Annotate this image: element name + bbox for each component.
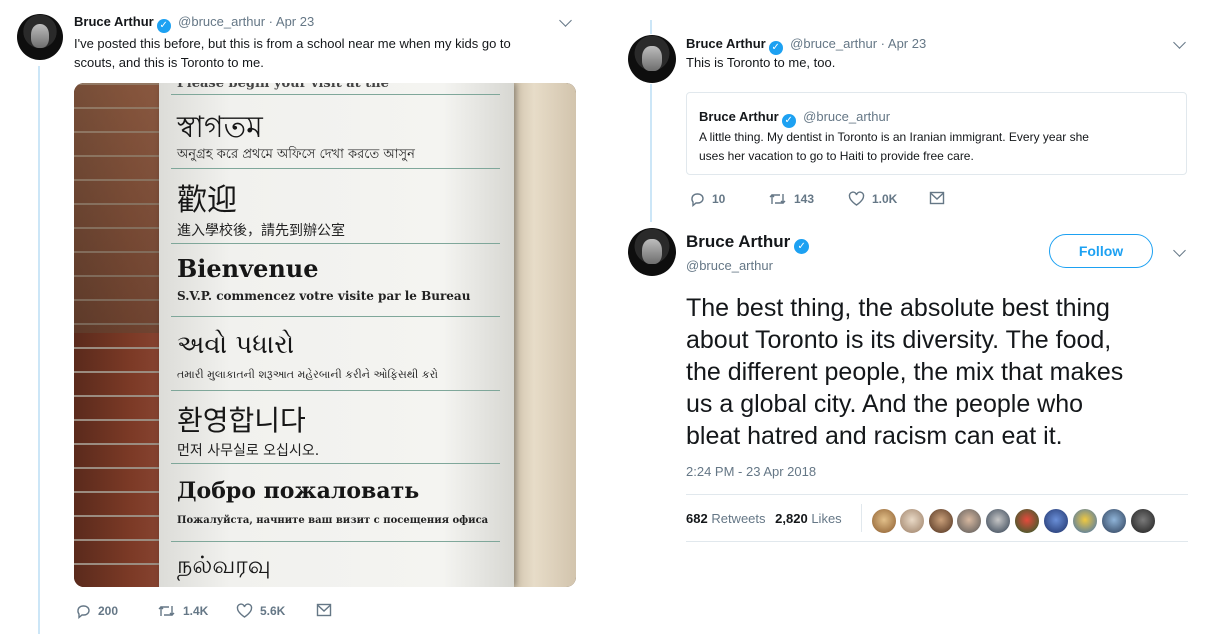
like-button[interactable]: 1.0K [848,191,897,207]
chevron-down-icon[interactable] [1173,244,1186,257]
retweet-count: 1.4K [183,604,209,618]
sign-text: તમારી મુલાકાતની શરૂઆત મહેરબાની કરીને ઓફિ… [177,368,439,381]
tweet-text: The best thing, the absolute best thing … [686,292,1123,452]
retweet-button[interactable]: 143 [768,191,814,207]
divider [686,494,1188,495]
reply-count: 200 [98,604,119,618]
retweets-label: Retweets [711,511,766,526]
verified-badge-icon: ✓ [768,41,783,55]
stats-divider [861,504,862,532]
author-name[interactable]: Bruce Arthur [686,232,790,251]
reply-button[interactable]: 200 [75,603,118,619]
tweet-text-line: bleat hatred and racism can eat it. [686,422,1063,450]
likes-label: Likes [811,511,842,526]
like-count: 5.6K [260,604,286,618]
thread-line [650,84,652,222]
retweet-count: 143 [794,192,815,206]
likes-stat[interactable]: 2,820 Likes [775,511,842,526]
tweet-text-line: The best thing, the absolute best thing [686,294,1110,322]
chevron-down-icon[interactable] [1173,36,1186,49]
sign-text: 進入學校後，請先到辦公室 [177,223,345,239]
retweets-count: 682 [686,511,708,526]
likes-count: 2,820 [775,511,808,526]
avatar[interactable] [628,228,676,276]
quoted-text-line: A little thing. My dentist in Toronto is… [699,130,1089,144]
liker-avatar[interactable] [984,507,1012,535]
sign-text: நல்வரவு [177,551,271,579]
retweet-icon [769,194,786,204]
verified-badge-icon: ✓ [781,114,796,128]
quoted-author-name: Bruce Arthur [699,109,779,124]
sign-text: અવો પધારો [177,330,295,360]
sign-text: 먼저 사무실로 오십시오. [177,443,320,459]
author-name[interactable]: Bruce Arthur [686,36,766,51]
liker-avatar[interactable] [898,507,926,535]
avatar[interactable] [628,35,676,83]
verified-badge-icon: ✓ [156,19,171,33]
sign-text: Пожалуйста, начните ваш визит с посещени… [177,515,489,526]
tweet-text-line: us a global city. And the people who [686,390,1084,418]
quoted-handle: @bruce_arthur [803,109,891,124]
liker-avatar[interactable] [1013,507,1041,535]
stats-row: 682 Retweets 2,820 Likes [686,511,842,526]
chevron-down-icon[interactable] [559,14,572,27]
liker-avatar[interactable] [1129,507,1157,535]
envelope-icon [929,191,945,205]
welcome-sign: Please begin your visit at the স্বাগতম অ… [159,83,514,587]
handle-date[interactable]: @bruce_arthur · Apr 23 [790,36,926,51]
follow-button[interactable]: Follow [1049,234,1153,268]
like-button[interactable]: 5.6K [236,603,285,619]
direct-message-button[interactable] [929,191,945,205]
thread-line [38,66,40,634]
quoted-text-line: uses her vacation to go to Haiti to prov… [699,149,974,163]
timestamp[interactable]: 2:24 PM - 23 Apr 2018 [686,464,816,479]
heart-icon [236,603,253,618]
divider [686,541,1188,542]
liker-avatar[interactable] [870,507,898,535]
liker-avatar[interactable] [1071,507,1099,535]
thread-line [650,20,652,34]
like-count: 1.0K [872,192,898,206]
avatar[interactable] [17,14,63,60]
tweet-text-line: the different people, the mix that makes [686,358,1124,386]
sign-text: অনুগ্রহ করে প্রথমে অফিসে দেখা করতে আসুন [177,147,415,162]
direct-message-button[interactable] [316,603,332,617]
quoted-tweet[interactable]: Bruce Arthur ✓ @bruce_arthur A little thi… [686,92,1187,175]
verified-badge-icon: ✓ [794,239,810,254]
reply-count: 10 [712,192,726,206]
sign-text: Добро пожаловать [177,478,420,504]
liker-avatar[interactable] [927,507,955,535]
tweet-text-line: about Toronto is its diversity. The food… [686,326,1112,354]
envelope-icon [316,603,332,617]
retweet-icon [158,606,175,616]
reply-icon [77,605,90,619]
retweet-button[interactable]: 1.4K [157,603,208,619]
author-handle[interactable]: @bruce_arthur [686,258,773,273]
tweet-text: This is Toronto to me, too. [686,55,836,70]
liker-avatar[interactable] [955,507,983,535]
tweet-text-line: scouts, and this is Toronto to me. [74,55,264,70]
author-name[interactable]: Bruce Arthur [74,14,154,29]
reply-icon [691,193,704,207]
sign-text: Bienvenue [177,254,319,283]
reply-button[interactable]: 10 [689,191,725,207]
sign-text: 歡迎 [177,183,237,218]
retweets-stat[interactable]: 682 Retweets [686,511,769,526]
liker-avatar[interactable] [1042,507,1070,535]
sign-text: 환영합니다 [177,404,306,437]
tweet-text: I've posted this before, but this is fro… [74,34,564,72]
tweet-photo[interactable]: Please begin your visit at the স্বাগতম অ… [74,83,576,587]
tweet-text-line: I've posted this before, but this is fro… [74,36,511,51]
liker-avatar[interactable] [1100,507,1128,535]
heart-icon [848,191,865,206]
handle-date[interactable]: @bruce_arthur · Apr 23 [178,14,314,29]
sign-text: Please begin your visit at the [177,83,389,91]
sign-text: S.V.P. commencez votre visite par le Bur… [177,289,471,303]
